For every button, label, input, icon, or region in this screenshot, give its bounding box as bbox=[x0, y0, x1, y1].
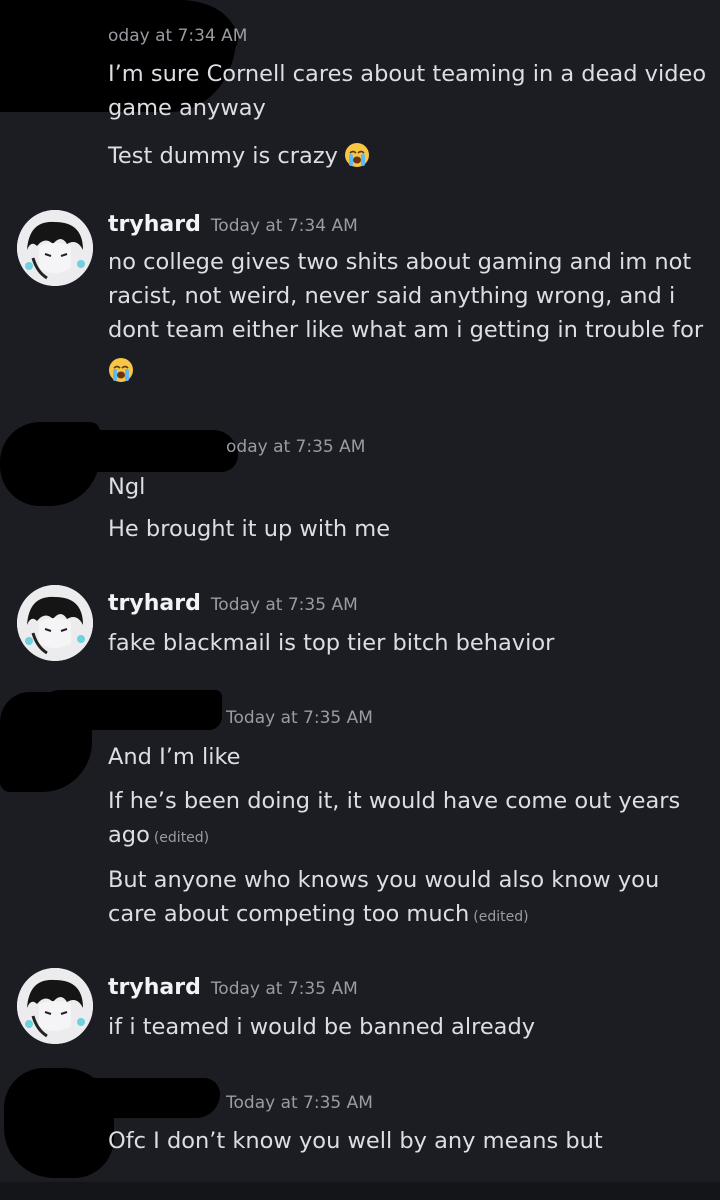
timestamp: Today at 7:34 AM bbox=[210, 216, 358, 236]
loudly-crying-face-icon[interactable] bbox=[344, 142, 370, 168]
timestamp: Today at 7:35 AM bbox=[226, 1093, 373, 1113]
composer-edge bbox=[0, 1182, 720, 1200]
username[interactable]: tryhard bbox=[108, 591, 201, 616]
message-header: Today at 7:35 AM bbox=[108, 708, 373, 738]
message-header: oday at 7:34 AM bbox=[108, 26, 247, 56]
edited-label: (edited) bbox=[473, 909, 529, 925]
loudly-crying-face-icon[interactable] bbox=[108, 357, 134, 383]
avatar[interactable] bbox=[17, 210, 93, 286]
timestamp: Today at 7:35 AM bbox=[210, 979, 358, 999]
username[interactable]: tryhard bbox=[108, 212, 201, 237]
message-text[interactable]: Ofc I don’t know you well by any means b… bbox=[108, 1124, 708, 1158]
timestamp: oday at 7:35 AM bbox=[226, 437, 366, 457]
chat-message-list: oday at 7:34 AM I’m sure Cornell cares a… bbox=[0, 0, 720, 1200]
message-text[interactable]: no college gives two shits about gaming … bbox=[108, 245, 708, 347]
message-header: tryhard Today at 7:35 AM bbox=[108, 591, 358, 621]
message-text[interactable]: But anyone who knows you would also know… bbox=[108, 863, 708, 934]
avatar[interactable] bbox=[17, 585, 93, 661]
message-header: oday at 7:35 AM bbox=[108, 437, 365, 467]
username[interactable]: tryhard bbox=[108, 975, 201, 1000]
timestamp: oday at 7:34 AM bbox=[108, 26, 248, 46]
message-text[interactable]: Test dummy is crazy bbox=[108, 139, 708, 173]
message-text[interactable]: And I’m like bbox=[108, 740, 708, 774]
message-header: tryhard Today at 7:34 AM bbox=[108, 212, 358, 242]
edited-label: (edited) bbox=[153, 830, 210, 846]
anime-avatar-icon bbox=[17, 210, 93, 286]
message-header: Today at 7:35 AM bbox=[108, 1093, 373, 1123]
message-text[interactable]: if i teamed i would be banned already bbox=[108, 1010, 708, 1044]
message-text[interactable] bbox=[108, 354, 708, 388]
message-text[interactable]: He brought it up with me bbox=[108, 512, 708, 546]
message-text[interactable]: fake blackmail is top tier bitch behavio… bbox=[108, 626, 708, 660]
timestamp: Today at 7:35 AM bbox=[226, 708, 373, 728]
avatar[interactable] bbox=[17, 968, 93, 1044]
anime-avatar-icon bbox=[17, 585, 93, 661]
timestamp: Today at 7:35 AM bbox=[210, 595, 358, 615]
message-text[interactable]: If he’s been doing it, it would have com… bbox=[108, 784, 708, 855]
message-header: tryhard Today at 7:35 AM bbox=[108, 975, 358, 1005]
anime-avatar-icon bbox=[17, 968, 93, 1044]
message-text[interactable]: I’m sure Cornell cares about teaming in … bbox=[108, 57, 708, 125]
message-text[interactable]: Ngl bbox=[108, 470, 708, 504]
